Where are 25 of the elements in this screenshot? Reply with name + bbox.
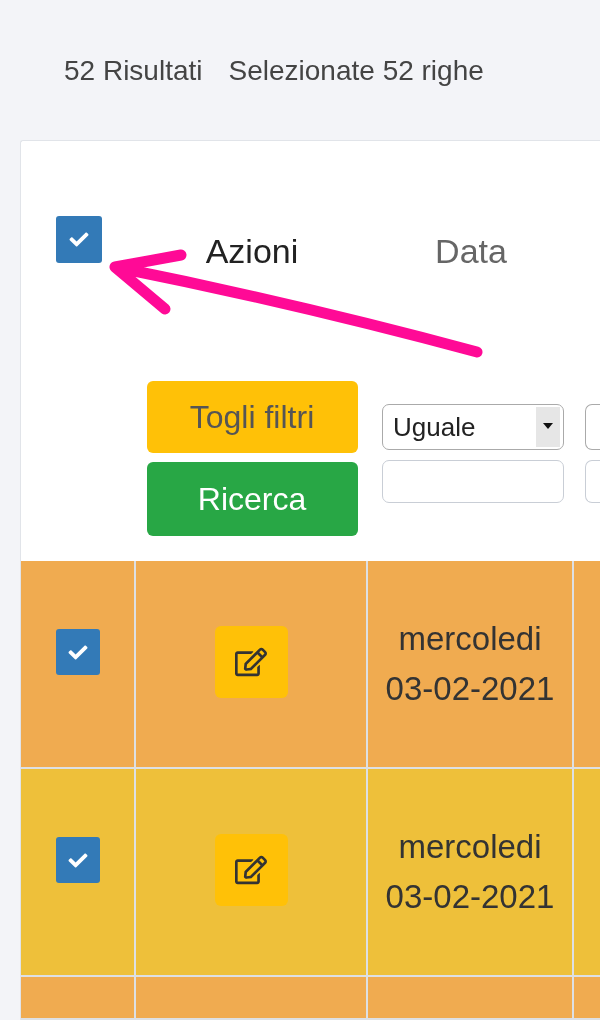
edit-icon [235, 854, 267, 886]
weekday-text: mercoledi [398, 827, 542, 867]
operator-select[interactable]: Uguale [382, 404, 564, 450]
checkbox[interactable] [55, 629, 100, 675]
edit-icon [235, 646, 267, 678]
checkbox[interactable] [55, 216, 102, 263]
check-icon [67, 230, 90, 249]
filter-input[interactable] [382, 460, 564, 503]
selected-count: Selezionate 52 righe [228, 54, 484, 88]
check-icon [66, 642, 89, 662]
date-text: 03-02-2021 [385, 877, 555, 917]
operator-select[interactable] [585, 404, 600, 450]
filter-input[interactable] [585, 460, 600, 503]
clear-filters-button[interactable]: Togli filtri [146, 381, 358, 453]
column-header: Azioni [205, 231, 299, 271]
search-button[interactable]: Ricerca [146, 462, 358, 536]
results-count: 52 Risultati [64, 54, 203, 88]
caret-icon [536, 407, 560, 447]
column-header: Data [435, 231, 507, 271]
date-text: 03-02-2021 [385, 669, 555, 709]
edit-button[interactable] [214, 834, 288, 906]
weekday-text: mercoledi [398, 619, 542, 659]
check-icon [66, 850, 89, 870]
checkbox[interactable] [55, 837, 100, 883]
edit-button[interactable] [214, 626, 288, 698]
